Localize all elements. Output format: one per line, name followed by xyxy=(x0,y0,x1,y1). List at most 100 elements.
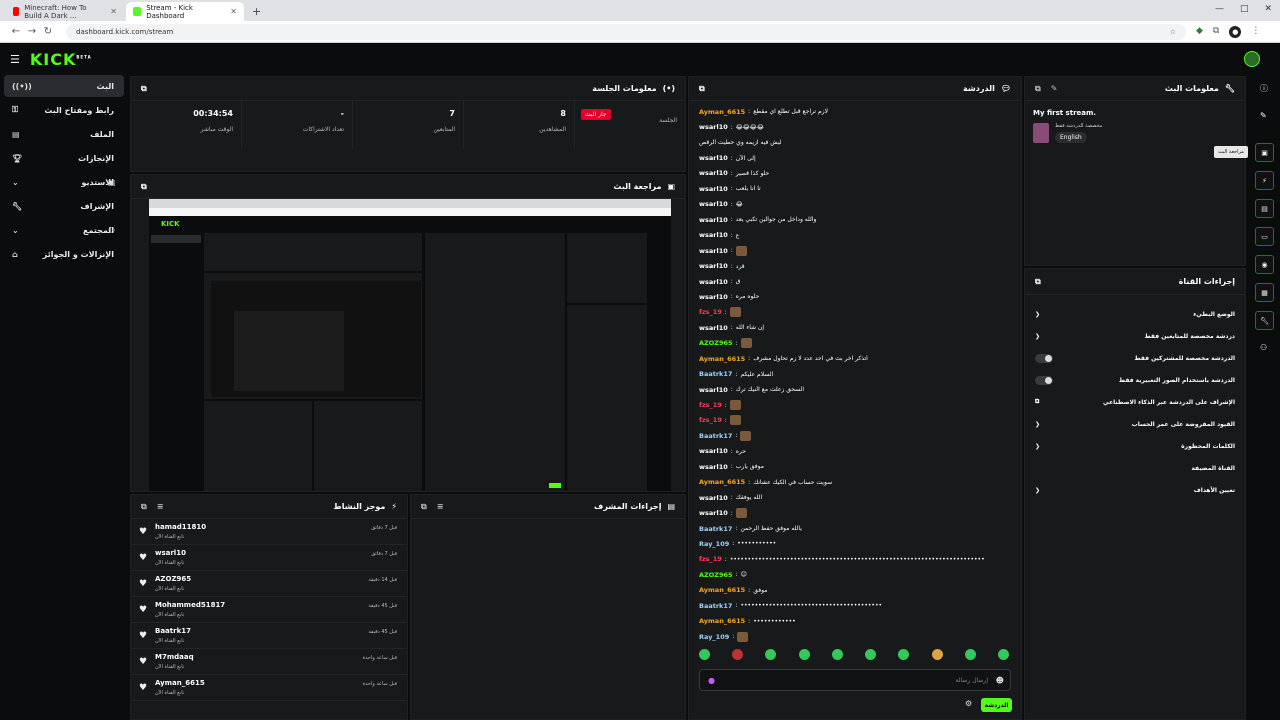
chat-message[interactable]: AZOZ965: xyxy=(689,336,1021,351)
popout-icon[interactable]: ⧉ xyxy=(421,502,427,512)
chat-message[interactable]: fzs_19: xyxy=(689,413,1021,428)
chat-username[interactable]: Baatrk17 xyxy=(699,602,732,610)
chat-username[interactable]: fzs_19 xyxy=(699,555,722,563)
emote-icon[interactable] xyxy=(931,649,943,660)
chat-message[interactable]: wsarl10: 😂😂😂😂 xyxy=(689,119,1021,134)
chat-message[interactable]: wsarl10: xyxy=(689,243,1021,258)
reload-icon[interactable]: ↻ xyxy=(40,26,56,37)
chat-username[interactable]: Ray_109 xyxy=(699,540,729,548)
slow-mode-row[interactable]: ❯ الوضع البطيء xyxy=(1025,303,1245,325)
browser-tab-minecraft[interactable]: Minecraft: How To Build A Dark ... ✕ xyxy=(6,2,124,21)
emote-icon[interactable] xyxy=(831,649,843,660)
rail-activity-button[interactable]: ⚡︎ xyxy=(1255,171,1274,190)
sidebar-item-community[interactable]: ⌄ ⚇ المجتمع xyxy=(4,219,124,241)
back-icon[interactable]: ← xyxy=(8,26,24,37)
chat-message[interactable]: wsarl10: حره xyxy=(689,444,1021,459)
chat-username[interactable]: Ray_109 xyxy=(699,633,729,641)
chat-message[interactable]: Ayman_6615: سويت حساب في الكيك عشانك xyxy=(689,475,1021,490)
chat-username[interactable]: wsarl10 xyxy=(699,154,728,162)
chat-message[interactable]: wsarl10: حلو كذا قصير xyxy=(689,166,1021,181)
chat-username[interactable]: wsarl10 xyxy=(699,123,728,131)
emote-icon[interactable] xyxy=(765,649,777,660)
send-chat-button[interactable]: الدردشة xyxy=(981,698,1012,712)
chat-message[interactable]: Ayman_6615: اتذكر اخر بث في احد عدد لا زم… xyxy=(689,351,1021,366)
sidebar-item-stream[interactable]: ((•)) البث xyxy=(4,75,124,97)
list-item[interactable]: ♥ AZOZ965 تابع القناة الآن قبل 14 دقيقة xyxy=(131,571,407,597)
popout-icon[interactable]: ⧉ xyxy=(141,502,147,512)
rail-chat-button[interactable]: ▭ xyxy=(1255,227,1274,246)
chat-username[interactable]: Baatrk17 xyxy=(699,432,732,440)
chat-message[interactable]: fzs_19: xyxy=(689,305,1021,320)
emote-icon[interactable] xyxy=(997,649,1009,660)
list-item[interactable]: ♥ hamad11810 تابع القناة الآن قبل 7 دقائق xyxy=(131,519,407,545)
chat-username[interactable]: wsarl10 xyxy=(699,293,728,301)
chat-username[interactable]: wsarl10 xyxy=(699,447,728,455)
emote-icon[interactable] xyxy=(798,649,810,660)
account-age-row[interactable]: ❯ القيود المفروضة على عمر الحساب xyxy=(1025,413,1245,435)
chat-settings-icon[interactable]: ⚙ xyxy=(965,699,972,708)
chat-input[interactable]: إرسال رسالة ☻ ● xyxy=(699,669,1011,691)
sidebar-item-achievements[interactable]: 🏆︎ الإنجازات xyxy=(4,147,124,169)
chat-username[interactable]: wsarl10 xyxy=(699,324,728,332)
banned-words-row[interactable]: ❯ الكلمات المحظورة xyxy=(1025,435,1245,457)
goals-row[interactable]: ❯ تعيين الأهداف xyxy=(1025,479,1245,501)
chat-username[interactable]: Ayman_6615 xyxy=(699,355,745,363)
close-window-icon[interactable]: ✕ xyxy=(1264,4,1272,14)
followers-only-row[interactable]: ❯ دردشة مخصصة للمتابعين فقط xyxy=(1025,325,1245,347)
emote-icon[interactable] xyxy=(732,649,744,660)
emote-icon[interactable] xyxy=(865,649,877,660)
chat-message[interactable]: wsarl10: الله يوفقك xyxy=(689,490,1021,505)
chat-username[interactable]: AZOZ965 xyxy=(699,571,733,579)
emote-icon[interactable] xyxy=(699,649,710,660)
chat-username[interactable]: wsarl10 xyxy=(699,509,728,517)
sidebar-item-profile[interactable]: ▤ الملف xyxy=(4,123,124,145)
chat-username[interactable]: wsarl10 xyxy=(699,200,728,208)
chat-message[interactable]: Baatrk17: xyxy=(689,428,1021,443)
shield-icon[interactable]: ◆ xyxy=(1196,26,1203,38)
chat-username[interactable]: wsarl10 xyxy=(699,262,728,270)
chat-username[interactable]: Baatrk17 xyxy=(699,525,732,533)
mic-icon[interactable]: ● xyxy=(708,676,715,685)
forward-icon[interactable]: → xyxy=(24,26,40,37)
edit-icon[interactable]: ✎ xyxy=(1051,84,1058,94)
chat-message[interactable]: fzs_19: xyxy=(689,397,1021,412)
chat-message[interactable]: fzs_19: •••••••••••••••••••••••••••••••••… xyxy=(689,552,1021,567)
maximize-icon[interactable]: □ xyxy=(1240,4,1249,14)
edit-icon[interactable]: ✎ xyxy=(1260,111,1267,120)
filter-icon[interactable]: ≡ xyxy=(157,502,164,512)
menu-dots-icon[interactable]: ⋮ xyxy=(1251,26,1260,38)
bookmark-star-icon[interactable]: ☆ xyxy=(1170,28,1176,36)
chat-username[interactable]: wsarl10 xyxy=(699,169,728,177)
kick-logo[interactable]: KICKBETA xyxy=(30,50,92,69)
chat-message[interactable]: Baatrk17: •••••••••••••••••••••••••••••••… xyxy=(689,598,1021,613)
chat-username[interactable]: fzs_19 xyxy=(699,416,722,424)
chat-username[interactable]: wsarl10 xyxy=(699,386,728,394)
list-item[interactable]: ♥ Ayman_6615 تابع القناة الآن قبل ساعة واحد… xyxy=(131,675,407,701)
filter-icon[interactable]: ≡ xyxy=(437,502,444,512)
chat-username[interactable]: Baatrk17 xyxy=(699,370,732,378)
chat-message[interactable]: wsarl10: موفق يارب xyxy=(689,459,1021,474)
popout-icon[interactable]: ⧉ xyxy=(141,84,147,94)
puzzle-icon[interactable]: ⧉ xyxy=(1213,26,1219,38)
chat-username[interactable]: wsarl10 xyxy=(699,231,728,239)
chat-username[interactable]: fzs_19 xyxy=(699,308,722,316)
chat-message[interactable]: wsarl10: والله وداخل من حوالين تكبي يعد xyxy=(689,212,1021,227)
popout-icon[interactable]: ⧉ xyxy=(1035,84,1041,94)
sidebar-item-stream-key[interactable]: ⚿ رابط ومفتاح البث xyxy=(4,99,124,121)
chat-message[interactable]: wsarl10: 😂 xyxy=(689,197,1021,212)
close-icon[interactable]: ✕ xyxy=(230,7,237,16)
chat-username[interactable]: wsarl10 xyxy=(699,494,728,502)
popout-icon[interactable]: ⧉ xyxy=(699,84,705,94)
popout-icon[interactable]: ⧉ xyxy=(141,182,147,192)
chat-username[interactable]: AZOZ965 xyxy=(699,339,733,347)
rail-live-button[interactable]: ◉ xyxy=(1255,255,1274,274)
chat-message[interactable]: Ayman_6615: لازم تراجع قبل تطلع اي مقطع xyxy=(689,104,1021,119)
chat-message[interactable]: wsarl10: ق xyxy=(689,274,1021,289)
chat-message[interactable]: wsarl10: تا انا يلعب xyxy=(689,181,1021,196)
chat-message[interactable]: wsarl10: xyxy=(689,505,1021,520)
chat-message[interactable]: wsarl10: السحق زعلت مع النيك ترك xyxy=(689,382,1021,397)
chat-message[interactable]: ليش فيه ازيمه وي حطيت الرقص xyxy=(689,135,1021,150)
chat-username[interactable]: wsarl10 xyxy=(699,247,728,255)
popout-icon[interactable]: ⧉ xyxy=(1035,277,1041,287)
chat-message[interactable]: wsarl10: إن شاء الله xyxy=(689,320,1021,335)
